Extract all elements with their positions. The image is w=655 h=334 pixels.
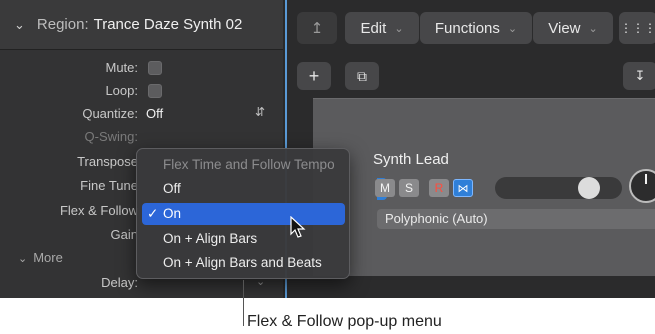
quantize-label: Quantize:: [82, 106, 138, 121]
q-swing-label: Q-Swing:: [84, 129, 138, 144]
flex-follow-popup-menu: Flex Time and Follow Tempo Off ✓ On On +…: [136, 148, 350, 279]
play-mode-selector[interactable]: Polyphonic (Auto): [377, 209, 655, 229]
gain-label: Gain: [110, 227, 138, 242]
menu-item-on-align-bars-beats[interactable]: On + Align Bars and Beats: [142, 252, 345, 274]
menu-item-on-align-bars[interactable]: On + Align Bars: [142, 228, 345, 250]
mouse-pointer-icon: [290, 216, 306, 238]
edit-menu-label: Edit: [360, 19, 387, 37]
menu-item-label: Off: [163, 181, 181, 196]
flex-button[interactable]: ⋈: [453, 179, 473, 197]
mute-label: Mute:: [105, 60, 138, 75]
fine-tune-label: Fine Tune: [80, 178, 138, 193]
mute-checkbox[interactable]: [148, 61, 162, 75]
chevron-down-icon: ⌄: [394, 22, 404, 35]
loop-checkbox[interactable]: [148, 84, 162, 98]
menu-item-label: On + Align Bars and Beats: [163, 255, 322, 270]
track-toolbar: + ⧉ ↧: [287, 60, 655, 96]
menu-item-label: On + Align Bars: [163, 231, 258, 246]
flex-follow-label: Flex & Follow: [59, 203, 138, 218]
loop-row: Loop:: [0, 80, 283, 102]
mute-button[interactable]: M: [375, 179, 395, 197]
plus-icon: +: [308, 65, 320, 86]
quantize-value[interactable]: Off: [146, 106, 163, 121]
flex-icon: ⋈: [457, 182, 469, 195]
screenshot: ⌄ Region: Trance Daze Synth 02 Mute: Loo…: [0, 0, 655, 298]
checkmark-icon: ✓: [147, 206, 159, 221]
solo-button[interactable]: S: [399, 179, 419, 197]
transpose-label: Transpose: [77, 154, 138, 169]
chevron-down-icon: ⌄: [14, 16, 25, 32]
record-button[interactable]: R: [429, 179, 449, 197]
region-name: Trance Daze Synth 02: [93, 16, 243, 33]
chevron-down-icon: ⌄: [507, 22, 518, 35]
track-header: Synth Lead M S R ⋈ Polyphonic (Auto): [313, 98, 655, 276]
menu-item-off[interactable]: Off: [142, 178, 345, 200]
up-down-arrows-icon[interactable]: ⇵: [255, 105, 265, 119]
duplicate-icon: ⧉: [357, 67, 367, 84]
menu-item-on[interactable]: ✓ On: [142, 203, 345, 225]
track-name[interactable]: Synth Lead: [373, 151, 449, 168]
view-menu-label: View: [548, 19, 581, 37]
view-menu[interactable]: View ⌄: [533, 12, 613, 44]
editor-toolbar: ↥ Edit ⌄ Functions ⌄ View ⌄ ⋮⋮⋮: [287, 12, 655, 44]
pan-knob[interactable]: [629, 169, 655, 203]
region-header[interactable]: ⌄ Region: Trance Daze Synth 02: [0, 0, 283, 50]
chevron-down-icon: ⌄: [18, 253, 28, 265]
download-button[interactable]: ↧: [623, 62, 655, 90]
more-disclosure[interactable]: ⌄ More: [18, 250, 63, 265]
edit-menu[interactable]: Edit ⌄: [345, 12, 419, 44]
q-swing-row: Q-Swing:: [0, 126, 283, 148]
functions-menu-label: Functions: [434, 19, 500, 37]
play-mode-label: Polyphonic (Auto): [385, 211, 488, 226]
more-label: More: [33, 250, 63, 265]
delay-label: Delay:: [101, 275, 138, 290]
up-arrow-button[interactable]: ↥: [297, 12, 337, 44]
callout-leader-line: [243, 280, 244, 326]
quantize-row: Quantize: Off ⇵: [0, 103, 283, 125]
region-label: Region:: [36, 16, 89, 33]
grid-view-button[interactable]: ⋮⋮⋮: [619, 12, 655, 44]
functions-menu[interactable]: Functions ⌄: [420, 12, 532, 44]
volume-fader-knob[interactable]: [578, 177, 600, 199]
menu-header: Flex Time and Follow Tempo: [163, 157, 335, 172]
volume-fader[interactable]: [495, 177, 622, 199]
add-track-button[interactable]: +: [297, 62, 331, 90]
callout-label: Flex & Follow pop-up menu: [247, 313, 442, 330]
mute-row: Mute:: [0, 57, 283, 79]
grid-icon: ⋮⋮⋮: [620, 21, 655, 35]
menu-item-label: On: [163, 206, 182, 221]
duplicate-track-button[interactable]: ⧉: [345, 62, 379, 90]
download-icon: ↧: [634, 68, 646, 83]
loop-label: Loop:: [105, 83, 138, 98]
up-arrow-icon: ↥: [310, 20, 324, 37]
chevron-down-icon: ⌄: [588, 22, 598, 35]
